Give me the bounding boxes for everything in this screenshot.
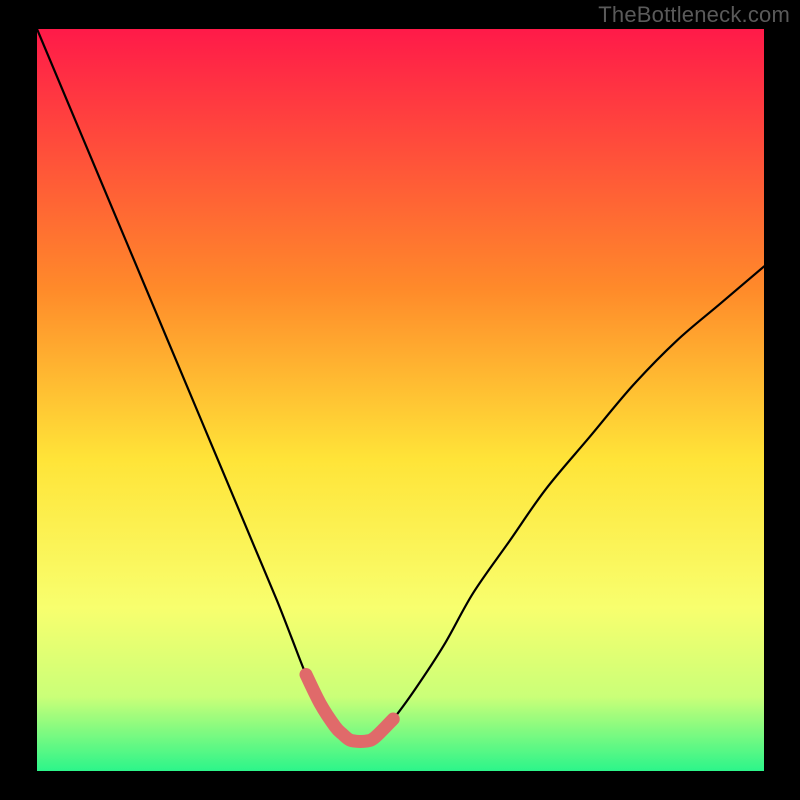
- gradient-background: [37, 29, 764, 771]
- chart-frame: TheBottleneck.com: [0, 0, 800, 800]
- plot-area: [37, 29, 764, 771]
- watermark-text: TheBottleneck.com: [598, 2, 790, 28]
- chart-svg: [37, 29, 764, 771]
